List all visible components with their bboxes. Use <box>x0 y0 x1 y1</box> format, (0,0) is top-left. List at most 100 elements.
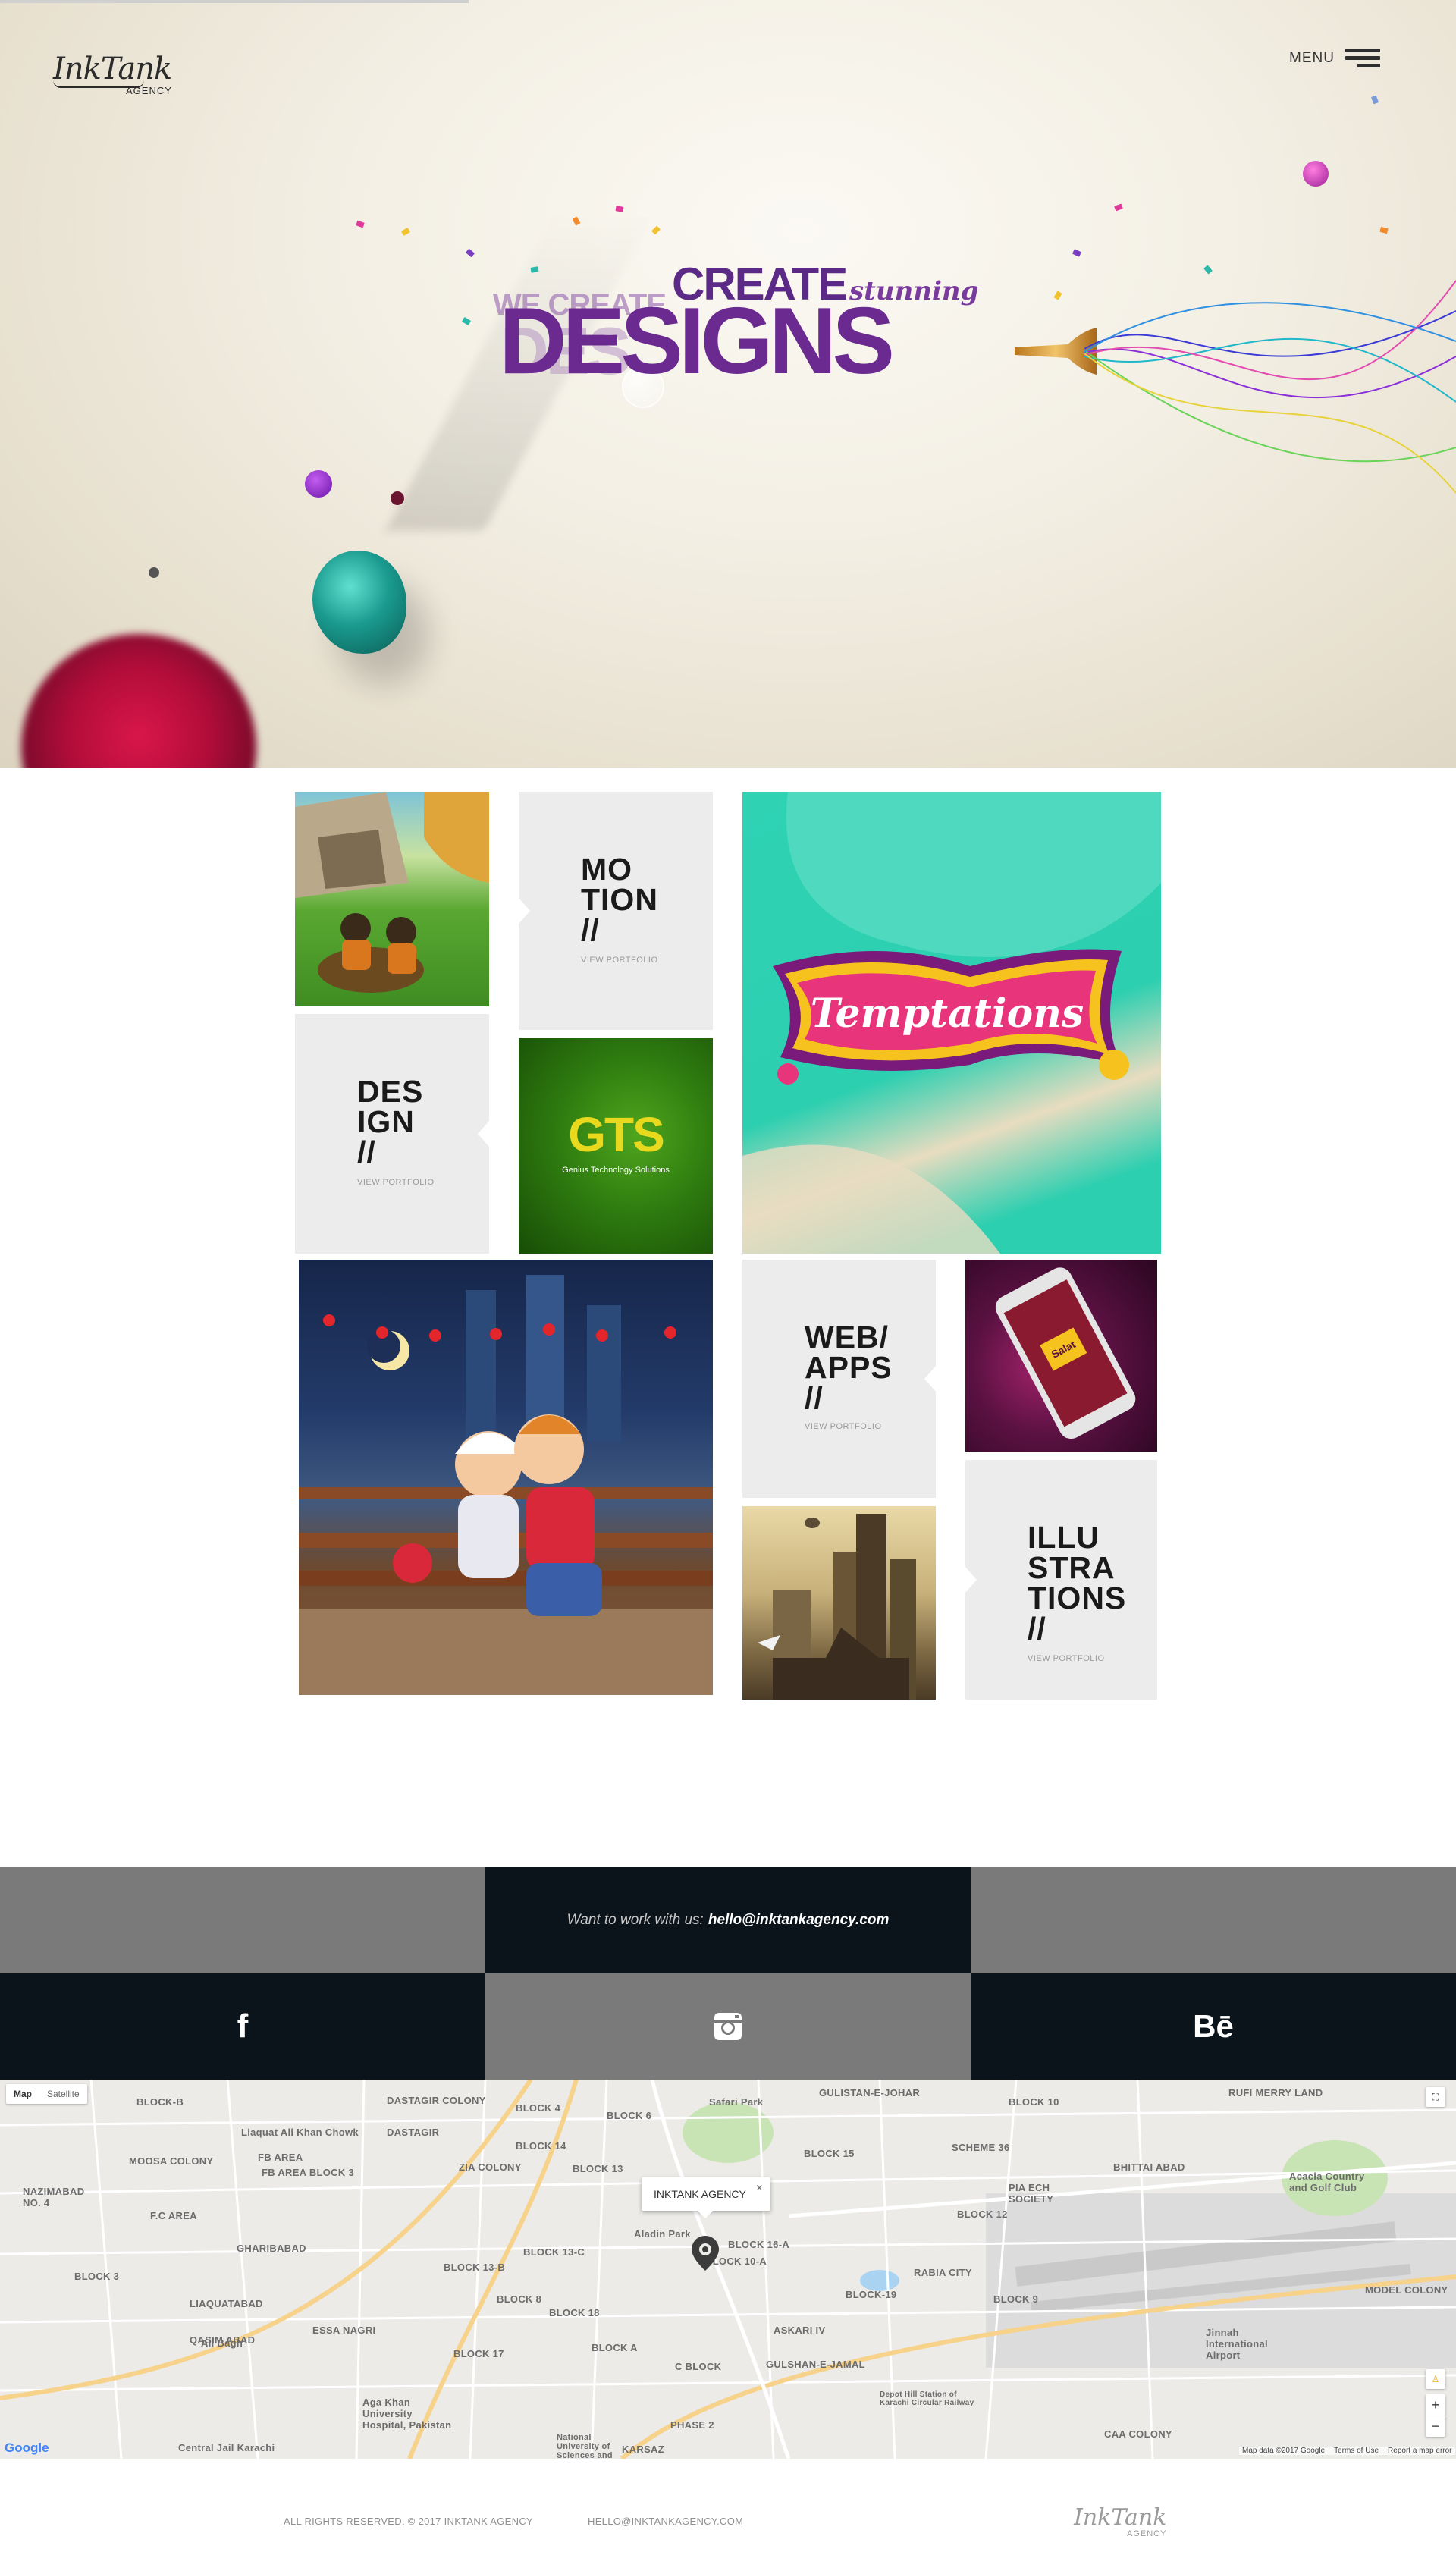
instagram-icon <box>714 2013 742 2040</box>
logo-subtitle: AGENCY <box>126 85 172 96</box>
fullscreen-icon[interactable]: ⛶ <box>1426 2087 1445 2107</box>
red-gem-decoration <box>21 634 256 768</box>
portfolio-tile-cavemen[interactable] <box>295 792 489 1006</box>
close-icon[interactable]: × <box>756 2182 763 2196</box>
design-view-portfolio-link[interactable]: VIEW PORTFOLIO <box>357 1178 435 1187</box>
city-illustration <box>758 1514 916 1700</box>
facebook-icon: f <box>237 2007 249 2045</box>
facebook-button[interactable]: f <box>0 1973 485 2080</box>
temptations-text: Temptations <box>811 990 1084 1037</box>
map-label: BLOCK 4 <box>516 2102 561 2114</box>
portfolio-label-illustrations[interactable]: ILLU STRA TIONS // VIEW PORTFOLIO <box>965 1460 1157 1700</box>
map-label: FB AREA BLOCK 3 <box>262 2167 354 2178</box>
menu-label: MENU <box>1289 50 1335 66</box>
map-type-satellite-button[interactable]: Satellite <box>39 2089 87 2099</box>
behance-button[interactable]: Bē <box>971 1973 1456 2080</box>
portfolio-tile-temptations[interactable]: Temptations <box>742 792 1161 1254</box>
zoom-out-icon[interactable]: − <box>1426 2416 1445 2437</box>
map-label: National University of Sciences and <box>557 2433 613 2459</box>
design-title: DES IGN // <box>357 1074 424 1169</box>
couple-illustration <box>299 1275 713 1695</box>
portfolio-tile-phone-app[interactable]: Salat <box>965 1260 1157 1452</box>
map-label: F.C AREA <box>150 2210 197 2221</box>
menu-button[interactable]: MENU <box>1289 49 1380 68</box>
map-label: Safari Park <box>709 2096 764 2108</box>
map-label: Aga Khan University Hospital, Pakistan <box>362 2397 452 2431</box>
map-terms-link[interactable]: Terms of Use <box>1334 2447 1379 2455</box>
site-logo[interactable]: InkTank AGENCY <box>53 52 190 100</box>
map-label: ASKARI IV <box>774 2325 826 2336</box>
pegman-icon[interactable]: ♙ <box>1426 2369 1445 2389</box>
motion-view-portfolio-link[interactable]: VIEW PORTFOLIO <box>581 956 658 965</box>
map-label: BLOCK 13 <box>573 2163 623 2174</box>
map-label: KARSAZ <box>622 2444 664 2455</box>
map-info-window: INKTANK AGENCY × <box>642 2177 770 2218</box>
contact-row: Want to work with us: hello@inktankagency… <box>0 1867 1456 1973</box>
map-report-link[interactable]: Report a map error <box>1388 2447 1451 2455</box>
small-gem-decoration <box>149 567 159 578</box>
map-label: PIA ECH SOCIETY <box>1009 2182 1054 2205</box>
map-label: BLOCK 16-A <box>728 2239 790 2250</box>
hero-section: InkTank AGENCY MENU WE CREATE DES CREATE… <box>0 0 1456 768</box>
portfolio-tile-couple-illustration[interactable] <box>299 1260 713 1695</box>
map-label: BLOCK 12 <box>957 2208 1008 2220</box>
map-info-label: INKTANK AGENCY <box>654 2188 746 2200</box>
map-type-map-button[interactable]: Map <box>6 2089 39 2099</box>
map-label: BHITTAI ABAD <box>1113 2161 1185 2173</box>
page-progress-bar <box>0 0 469 3</box>
contact-filler-left <box>0 1867 485 1973</box>
contact-cell: Want to work with us: hello@inktankagency… <box>485 1867 971 1973</box>
map-label: GULSHAN-E-JAMAL <box>766 2359 865 2370</box>
portfolio-tile-gts[interactable]: GTS Genius Technology Solutions <box>519 1038 713 1254</box>
map-label: BLOCK 3 <box>74 2271 120 2282</box>
portfolio-tile-city-illustration[interactable] <box>742 1506 936 1700</box>
map-label: NAZIMABAD NO. 4 <box>23 2186 85 2208</box>
map-label: MODEL COLONY <box>1365 2284 1448 2296</box>
map-label: Central Jail Karachi <box>178 2442 275 2453</box>
map-label: ESSA NAGRI <box>312 2325 376 2336</box>
map-label: BLOCK 6 <box>607 2110 652 2121</box>
footer-logo[interactable]: InkTank <box>1074 2504 1166 2531</box>
dark-gem-decoration <box>391 491 404 505</box>
map-label: GHARIBABAD <box>237 2243 306 2254</box>
zoom-in-icon[interactable]: + <box>1426 2394 1445 2416</box>
portfolio-label-design[interactable]: DES IGN // VIEW PORTFOLIO <box>295 1014 489 1254</box>
phone-app-mockup: Salat <box>995 1267 1136 1439</box>
contact-email-link[interactable]: hello@inktankagency.com <box>708 1912 890 1928</box>
cavemen-illustration <box>295 792 489 993</box>
map-pin-icon[interactable] <box>690 2234 720 2272</box>
map-attribution: Map data ©2017 Google Terms of Use Repor… <box>1239 2447 1455 2455</box>
map-label: BLOCK-19 <box>846 2289 897 2300</box>
map-label: BLOCK 17 <box>453 2348 504 2359</box>
map-label: LIAQUATABAD <box>190 2298 263 2309</box>
webapps-view-portfolio-link[interactable]: VIEW PORTFOLIO <box>805 1422 882 1431</box>
contact-filler-right <box>971 1867 1456 1973</box>
teal-gem-decoration <box>312 551 406 654</box>
map-type-toggle: Map Satellite <box>6 2084 87 2104</box>
contact-prompt: Want to work with us: <box>566 1912 704 1928</box>
map-label: BLOCK 13-B <box>444 2262 506 2273</box>
map-label: Acacia Country and Golf Club <box>1289 2171 1365 2193</box>
footer-email-link[interactable]: HELLO@INKTANKAGENCY.COM <box>588 2516 743 2527</box>
map-label: BLOCK 18 <box>549 2307 600 2318</box>
hero-headline: WE CREATE DES CREATE stunning DESIGNS <box>493 258 1039 394</box>
social-row: f Bē <box>0 1973 1456 2080</box>
pink-gem-decoration <box>1303 161 1329 187</box>
map-label: Liaquat Ali Khan Chowk <box>241 2127 359 2138</box>
temptations-artwork: Temptations <box>742 792 1161 1254</box>
instagram-button[interactable] <box>485 1973 971 2080</box>
map-label: BLOCK A <box>592 2342 638 2353</box>
webapps-title: WEB/ APPS // <box>805 1320 893 1415</box>
map-label: BLOCK-B <box>136 2096 184 2108</box>
google-logo: Google <box>5 2441 49 2455</box>
hamburger-icon <box>1345 49 1380 68</box>
portfolio-label-motion[interactable]: MO TION // VIEW PORTFOLIO <box>519 792 713 1030</box>
motion-title: MO TION // <box>581 852 658 947</box>
contact-text: Want to work with us: hello@inktankagency… <box>567 1912 890 1929</box>
map-label: DASTAGIR <box>387 2127 440 2138</box>
map-data-credit: Map data ©2017 Google <box>1242 2447 1326 2455</box>
location-map[interactable]: BLOCK-B DASTAGIR COLONY BLOCK 4 BLOCK 6 … <box>0 2080 1456 2459</box>
illustrations-view-portfolio-link[interactable]: VIEW PORTFOLIO <box>1028 1654 1105 1663</box>
map-label: MOOSA COLONY <box>129 2155 214 2167</box>
portfolio-label-webapps[interactable]: WEB/ APPS // VIEW PORTFOLIO <box>742 1260 936 1498</box>
